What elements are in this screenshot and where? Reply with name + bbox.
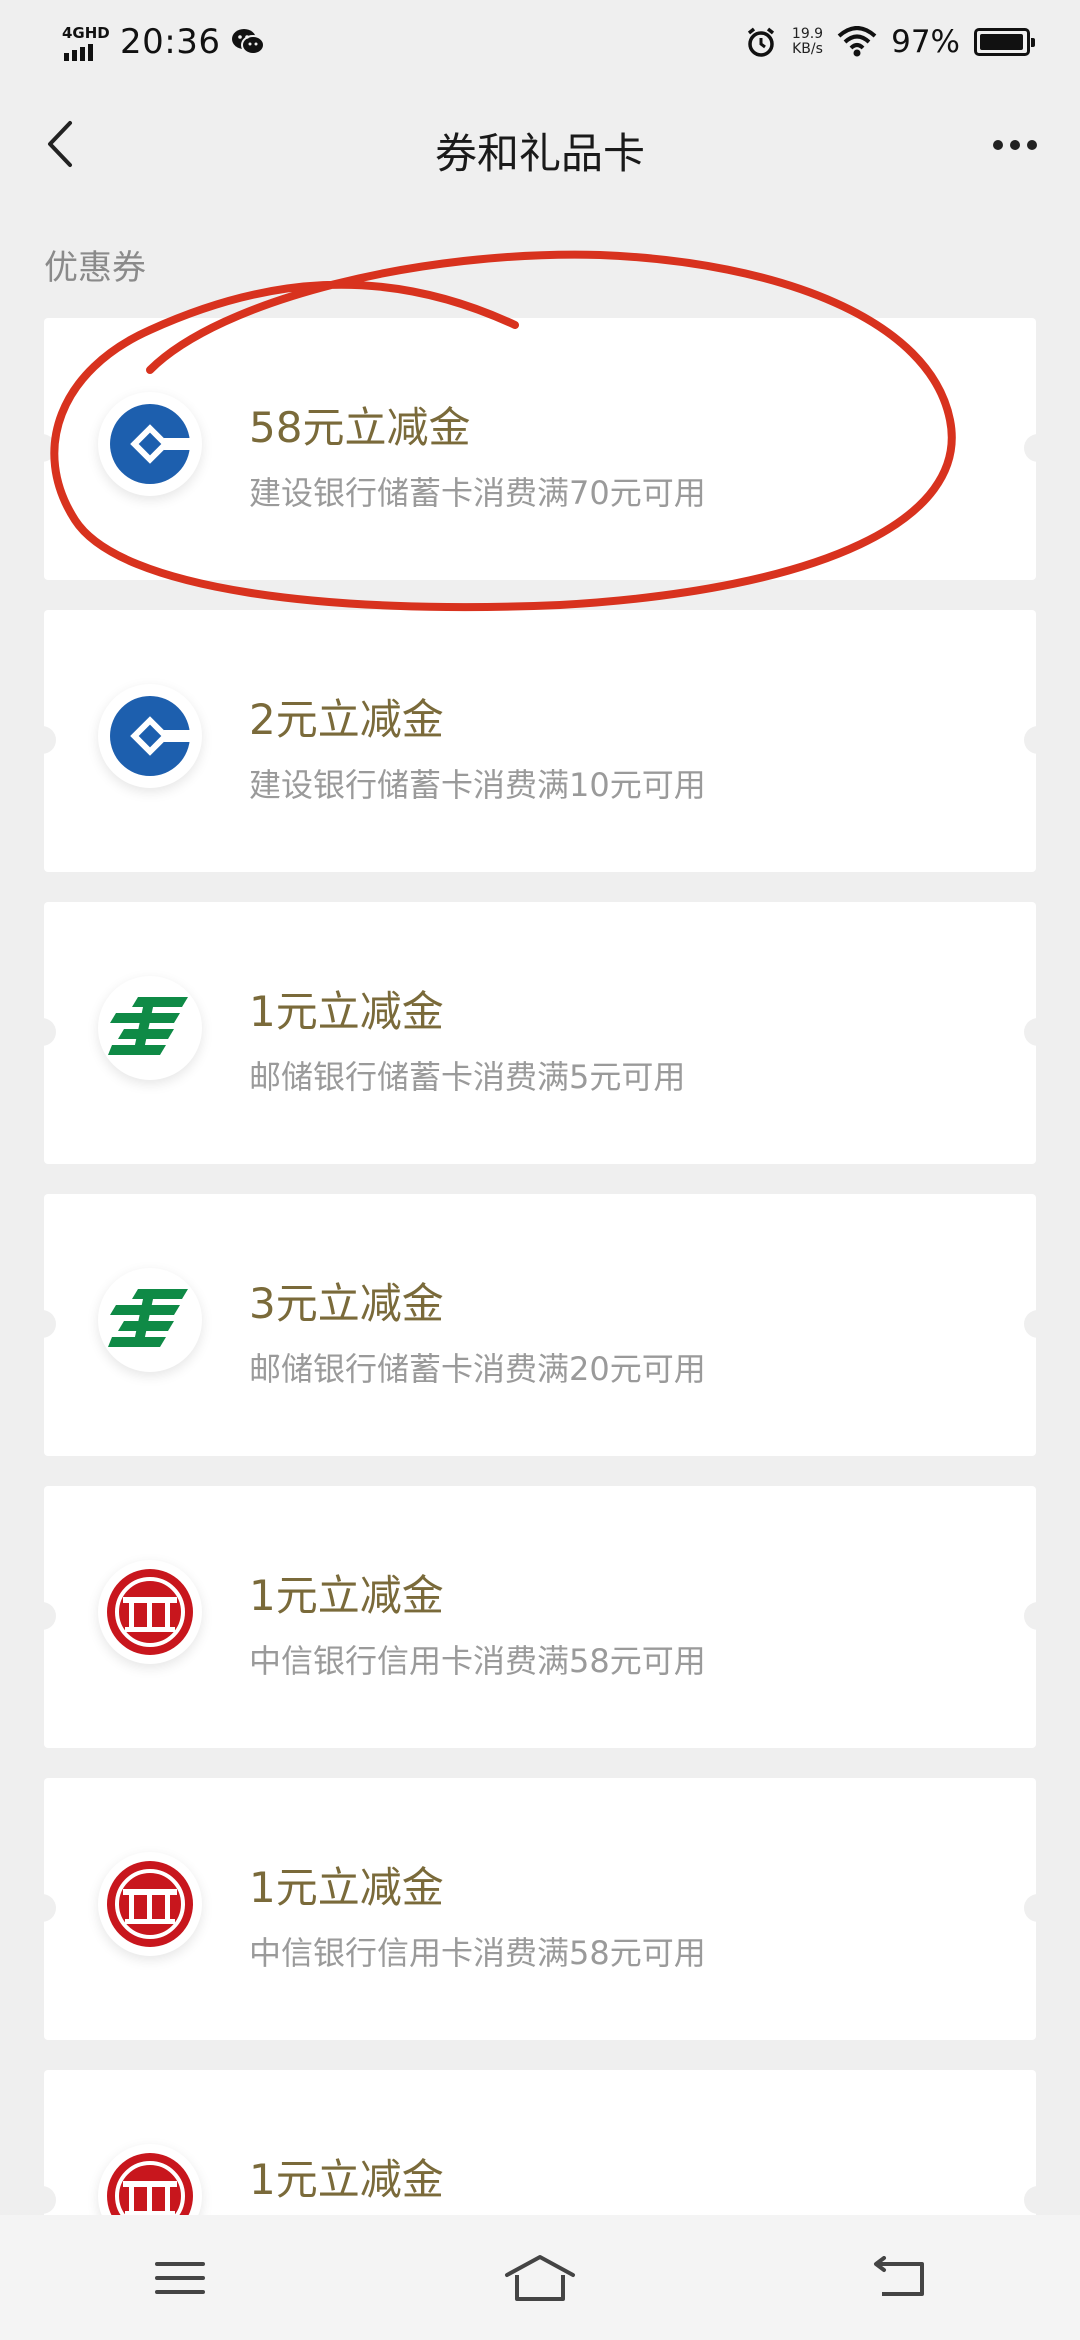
ticket-notch — [1024, 1018, 1052, 1046]
coupon-card[interactable]: 1元立减金 中信银行信用卡消费满58元可用 — [28, 1778, 1052, 2040]
coupon-title: 3元立减金 — [249, 1279, 444, 1328]
ticket-notch — [28, 1018, 56, 1046]
status-time: 20:36 — [120, 22, 221, 62]
coupon-desc: 中信银行信用卡消费满58元可用 — [249, 1642, 706, 1680]
ticket-notch — [28, 1602, 56, 1630]
battery-percent: 97% — [891, 24, 960, 60]
ticket-notch — [28, 434, 56, 462]
system-nav-bar — [0, 2215, 1080, 2340]
coupon-card[interactable]: 1元立减金 邮储银行储蓄卡消费满5元可用 — [28, 902, 1052, 1164]
speed-value: 19.9 — [791, 26, 824, 42]
ccb-logo-icon — [98, 684, 202, 788]
ticket-notch — [1024, 726, 1052, 754]
coupons-page: 4GHD 20:36 19.9 KB/s 97% 券和礼品卡 优惠券 58元立减… — [0, 0, 1080, 2340]
psbc-logo-icon — [98, 976, 202, 1080]
coupon-card[interactable]: 1元立减金 中信银行信用卡消费满58元可用 — [28, 1486, 1052, 1748]
menu-button[interactable] — [120, 2228, 240, 2328]
section-label-coupons: 优惠券 — [44, 248, 146, 288]
menu-icon — [155, 2261, 205, 2294]
status-bar-right: 19.9 KB/s 97% — [744, 18, 1035, 66]
coupon-card[interactable]: 2元立减金 建设银行储蓄卡消费满10元可用 — [28, 610, 1052, 872]
coupon-desc: 建设银行储蓄卡消费满70元可用 — [249, 474, 706, 512]
coupon-card[interactable]: 3元立减金 邮储银行储蓄卡消费满20元可用 — [28, 1194, 1052, 1456]
more-dots-icon — [993, 140, 1003, 150]
network-speed: 19.9 KB/s — [792, 27, 823, 57]
ticket-notch — [28, 726, 56, 754]
coupon-desc: 邮储银行储蓄卡消费满20元可用 — [249, 1350, 706, 1388]
return-icon — [874, 2255, 924, 2296]
ticket-notch — [28, 1894, 56, 1922]
signal-bars — [64, 44, 93, 61]
coupon-desc: 中信银行信用卡消费满58元可用 — [249, 1934, 706, 1972]
more-button[interactable] — [980, 120, 1050, 170]
citic-logo-icon — [98, 1560, 202, 1664]
status-bar-left: 4GHD 20:36 — [62, 18, 266, 66]
ticket-notch — [1024, 1602, 1052, 1630]
ccb-logo-icon — [98, 392, 202, 496]
wifi-icon — [837, 26, 877, 57]
coupon-title: 1元立减金 — [249, 1863, 444, 1912]
ticket-notch — [28, 1310, 56, 1338]
coupon-title: 1元立减金 — [249, 987, 444, 1036]
status-bar: 4GHD 20:36 19.9 KB/s 97% — [0, 0, 1080, 84]
ticket-notch — [28, 2186, 56, 2214]
nav-bar: 券和礼品卡 — [0, 84, 1080, 216]
ticket-notch — [1024, 1310, 1052, 1338]
coupon-title: 2元立减金 — [249, 695, 444, 744]
coupon-card[interactable]: 58元立减金 建设银行储蓄卡消费满70元可用 — [28, 318, 1052, 580]
alarm-icon — [747, 27, 775, 57]
page-title: 券和礼品卡 — [434, 129, 645, 178]
coupon-list: 58元立减金 建设银行储蓄卡消费满70元可用 2元立减金 建设银行储蓄卡消费满1… — [28, 318, 1052, 2340]
coupon-title: 1元立减金 — [249, 1571, 444, 1620]
psbc-logo-icon — [98, 1268, 202, 1372]
ticket-notch — [1024, 434, 1052, 462]
coupon-desc: 建设银行储蓄卡消费满10元可用 — [249, 766, 706, 804]
return-button[interactable] — [840, 2228, 960, 2328]
coupon-desc: 邮储银行储蓄卡消费满5元可用 — [249, 1058, 686, 1096]
speed-unit: KB/s — [792, 41, 823, 57]
ticket-notch — [1024, 2186, 1052, 2214]
home-icon — [505, 2254, 575, 2301]
ticket-notch — [1024, 1894, 1052, 1922]
coupon-title: 58元立减金 — [249, 403, 471, 452]
network-type: 4GHD — [62, 24, 110, 42]
battery-icon — [974, 28, 1035, 56]
citic-logo-icon — [98, 1852, 202, 1956]
wechat-icon — [232, 29, 266, 55]
signal-icon: 4GHD — [62, 22, 114, 62]
home-button[interactable] — [480, 2228, 600, 2328]
coupon-title: 1元立减金 — [249, 2155, 444, 2204]
battery-fill — [980, 34, 1023, 50]
